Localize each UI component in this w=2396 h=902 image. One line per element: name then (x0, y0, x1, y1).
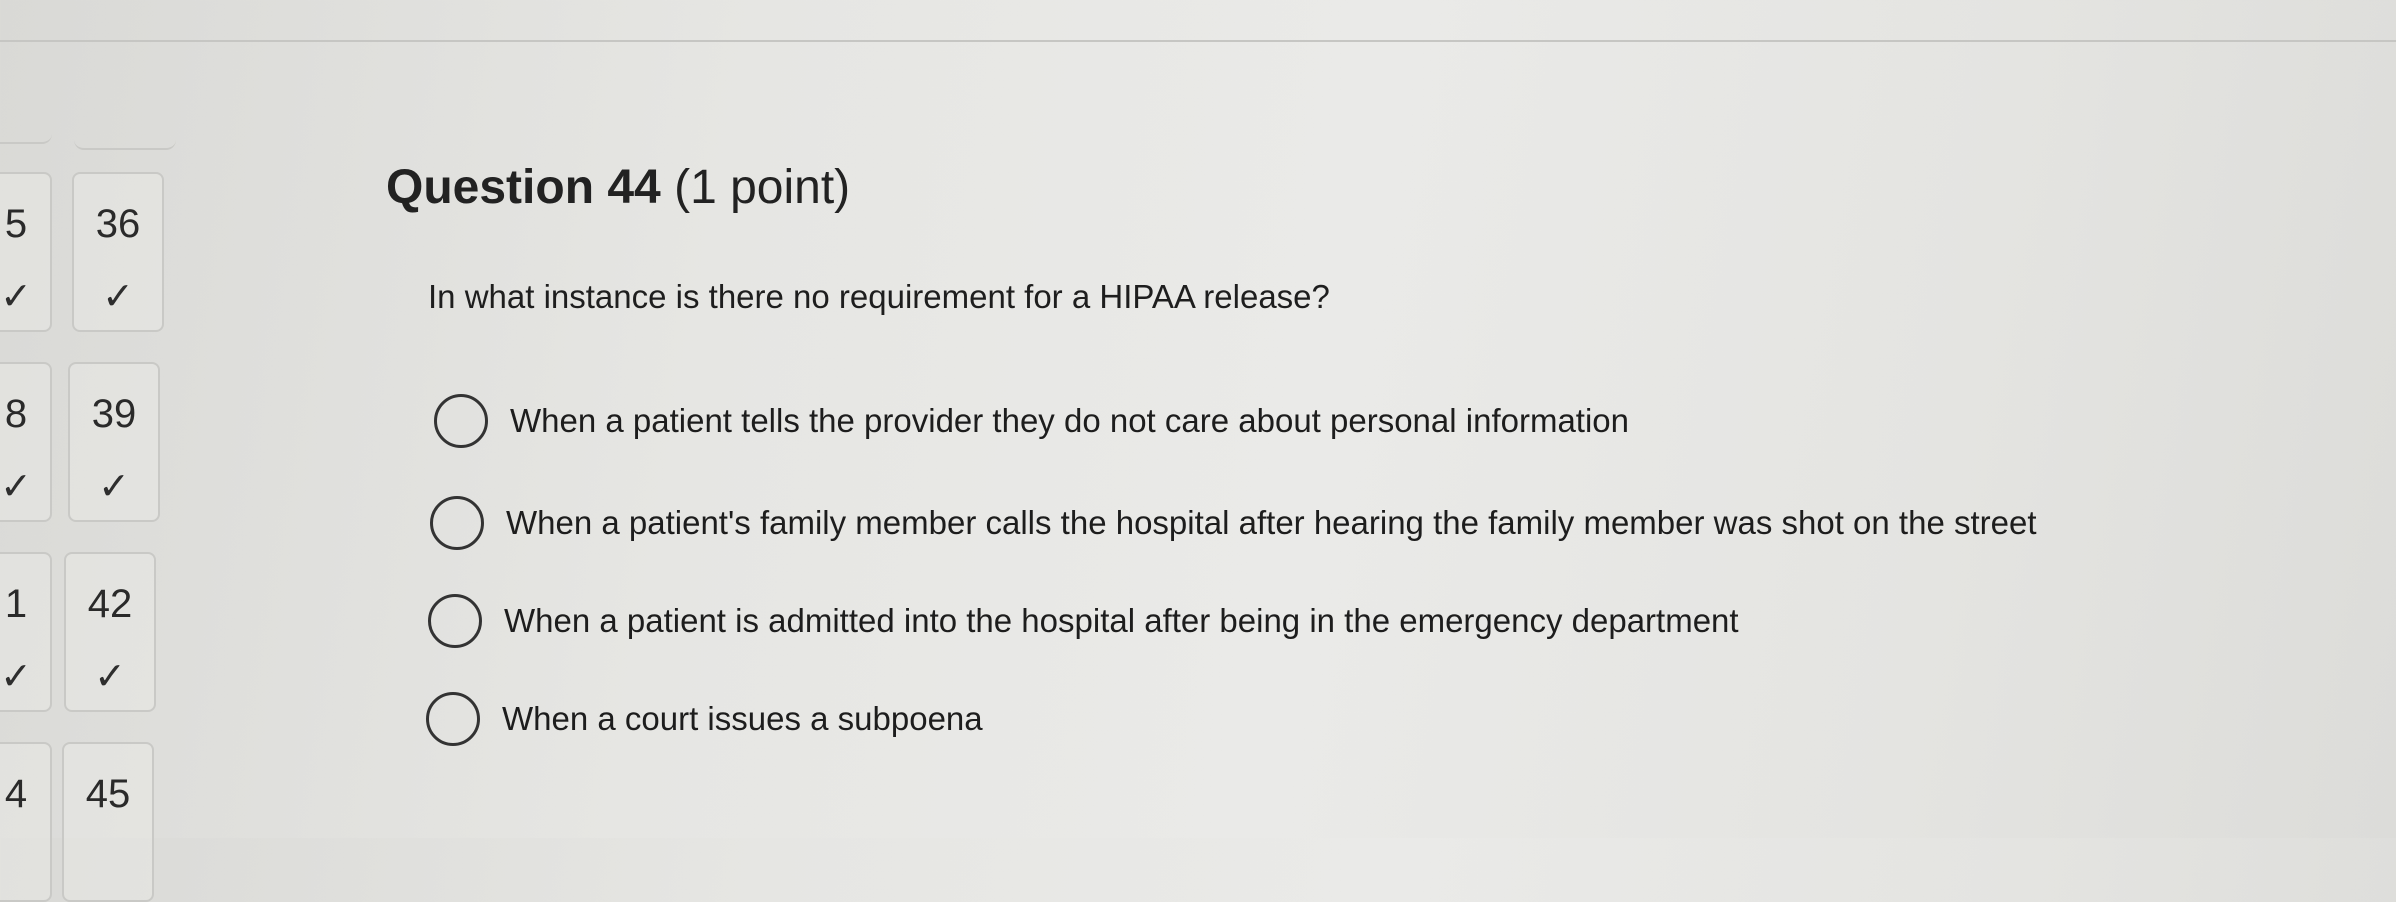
answer-option-4[interactable]: When a court issues a subpoena (426, 692, 983, 746)
answer-option-1[interactable]: When a patient tells the provider they d… (434, 394, 1629, 448)
tile-stub (0, 112, 52, 144)
checkmark-icon: ✓ (102, 276, 134, 318)
radio-button[interactable] (426, 692, 480, 746)
radio-button[interactable] (430, 496, 484, 550)
answer-option-label: When a patient's family member calls the… (506, 504, 2037, 541)
tile-number: 8 (4, 392, 28, 436)
top-divider (0, 40, 2396, 42)
question-tile[interactable]: 1 ✓ (0, 552, 52, 712)
question-tile-39[interactable]: 39 ✓ (68, 362, 160, 522)
answer-option-3[interactable]: When a patient is admitted into the hosp… (428, 594, 1739, 648)
answer-option-label: When a patient is admitted into the hosp… (504, 602, 1739, 639)
question-navigator-column: 36 ✓ 39 ✓ 42 ✓ 45 (60, 0, 210, 902)
tile-number: 36 (95, 202, 141, 246)
answer-option-label: When a patient tells the provider they d… (510, 402, 1630, 439)
tile-stub (74, 118, 176, 150)
tile-number: 4 (4, 772, 28, 816)
radio-button[interactable] (434, 394, 488, 448)
answer-option-label: When a court issues a subpoena (502, 700, 983, 737)
question-tile[interactable]: 4 (0, 742, 52, 902)
tile-number: 1 (4, 582, 28, 626)
tile-number: 5 (4, 202, 28, 246)
question-number: Question 44 (386, 161, 661, 214)
question-tile-42[interactable]: 42 ✓ (64, 552, 156, 712)
question-tile-36[interactable]: 36 ✓ (72, 172, 164, 332)
question-tile[interactable]: 5 ✓ (0, 172, 52, 332)
tile-number: 42 (87, 582, 133, 626)
checkmark-icon: ✓ (0, 466, 32, 508)
checkmark-icon: ✓ (94, 656, 126, 698)
radio-button[interactable] (428, 594, 482, 648)
question-tile-45[interactable]: 45 (62, 742, 154, 902)
checkmark-icon: ✓ (0, 656, 32, 698)
question-prompt: In what instance is there no requirement… (428, 278, 1330, 315)
tile-number: 45 (85, 772, 131, 816)
question-title: Question 44 (1 point) (386, 160, 850, 215)
question-tile[interactable]: 8 ✓ (0, 362, 52, 522)
question-points: (1 point) (674, 161, 851, 214)
answer-option-2[interactable]: When a patient's family member calls the… (430, 496, 2037, 550)
tile-number: 39 (91, 392, 137, 436)
checkmark-icon: ✓ (98, 466, 130, 508)
checkmark-icon: ✓ (0, 276, 32, 318)
